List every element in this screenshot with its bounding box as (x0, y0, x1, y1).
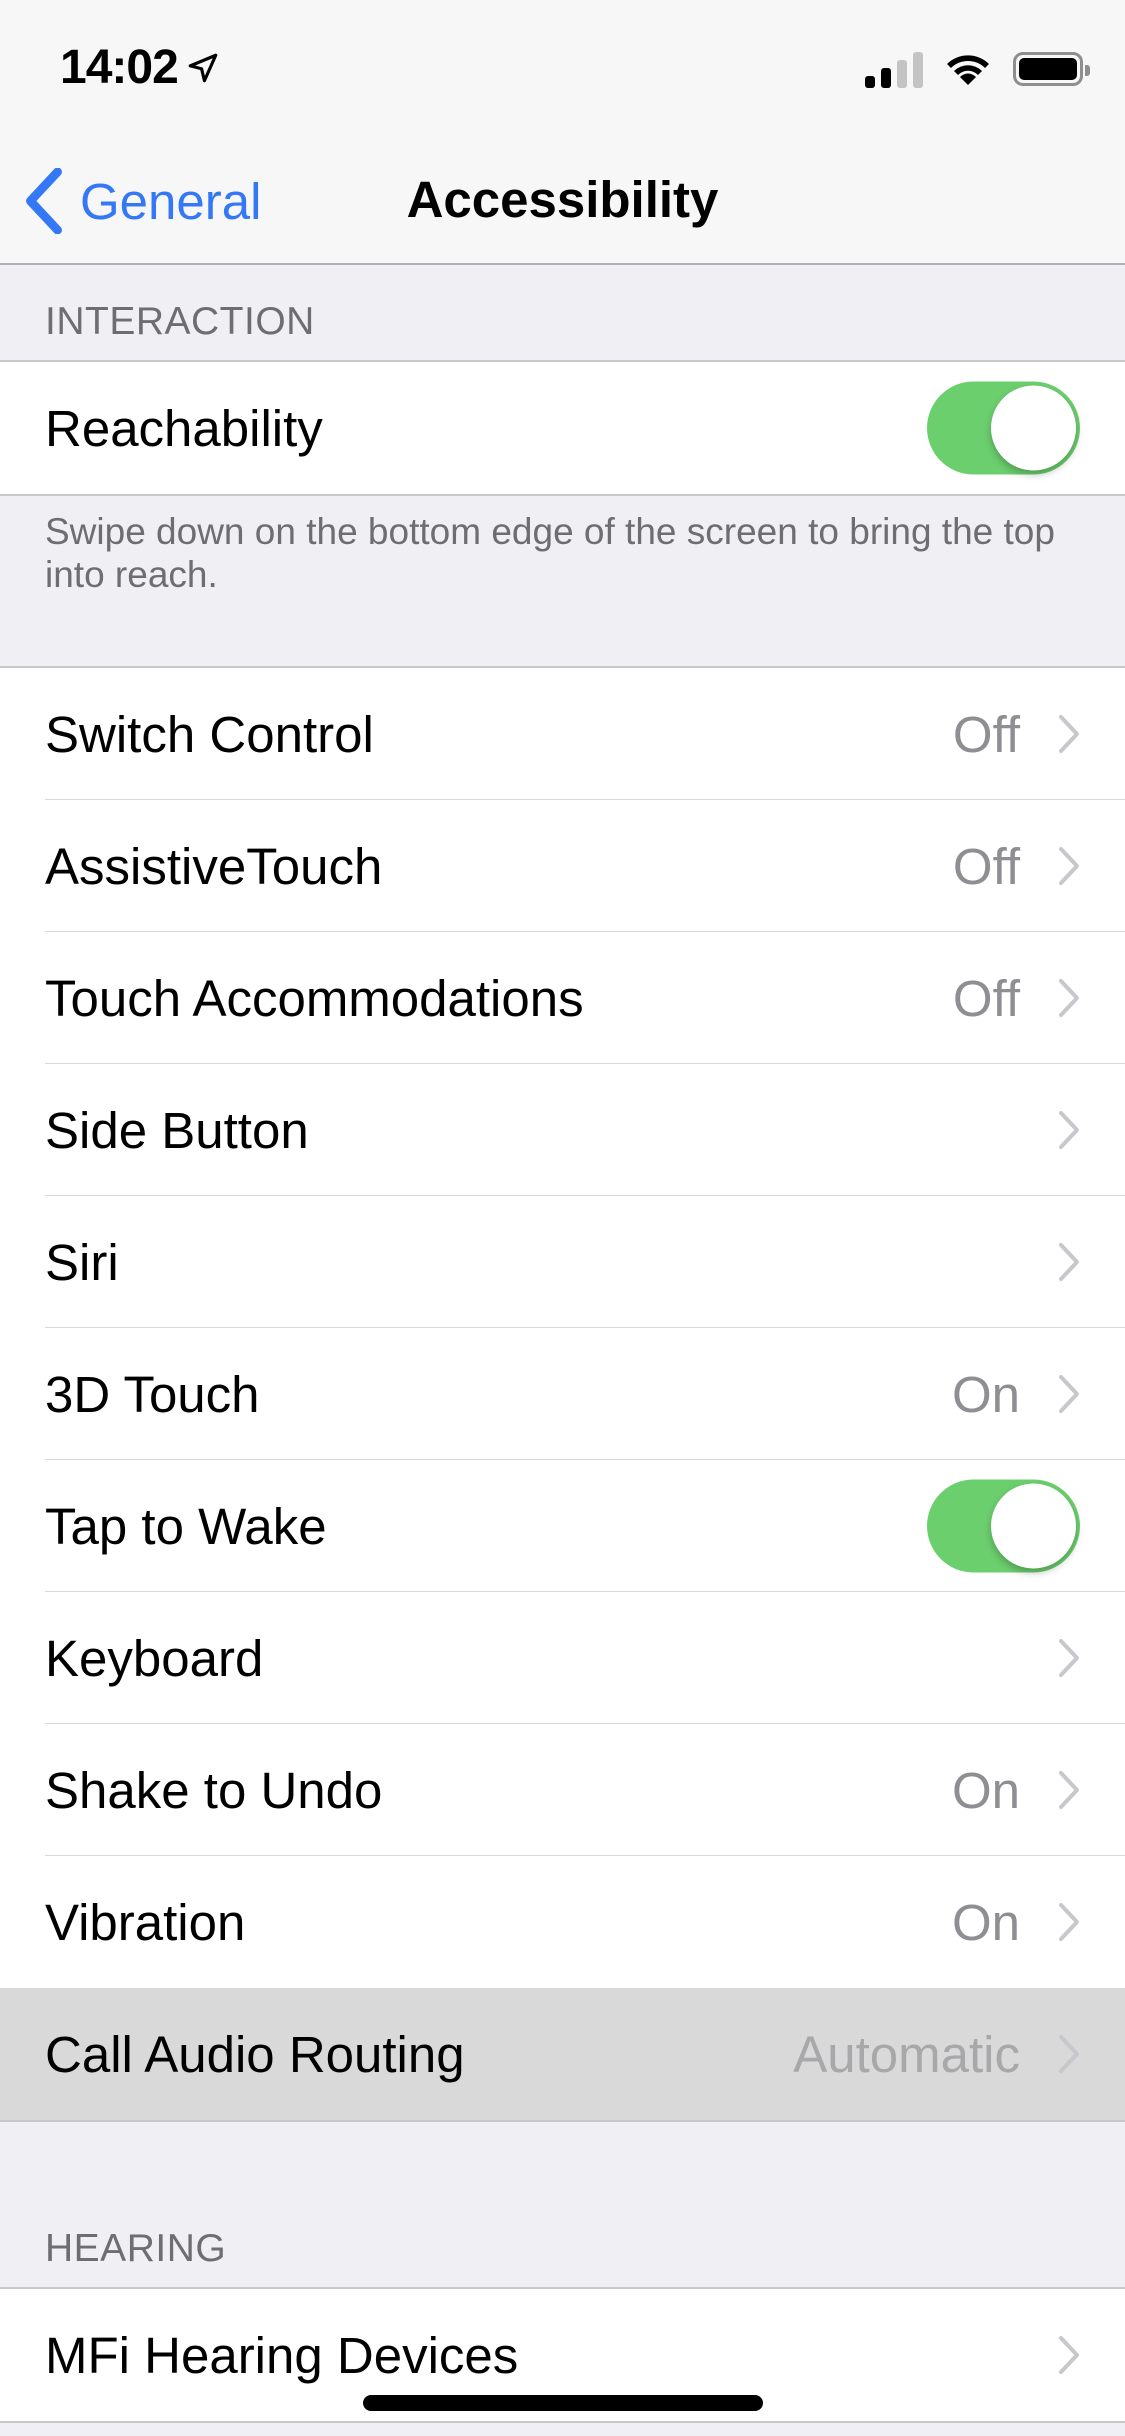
reachability-toggle[interactable] (927, 381, 1080, 475)
row-label: Touch Accommodations (45, 969, 584, 1027)
row-label: Reachability (45, 399, 323, 457)
battery-icon (1013, 52, 1090, 86)
row-label: 3D Touch (45, 1365, 260, 1423)
row-label: Tap to Wake (45, 1497, 327, 1555)
home-indicator[interactable] (363, 2395, 763, 2411)
navigation-bar: General Accessibility (0, 140, 1125, 265)
chevron-right-icon (1059, 1243, 1079, 1281)
row-value: Automatic (793, 2025, 1020, 2083)
chevron-right-icon (1059, 1639, 1079, 1677)
wifi-icon (947, 55, 989, 85)
tap-to-wake-toggle[interactable] (927, 1479, 1080, 1573)
status-time: 14:02 (60, 41, 179, 94)
chevron-right-icon (1059, 1903, 1079, 1941)
row-label: AssistiveTouch (45, 837, 383, 895)
chevron-right-icon (1059, 1111, 1079, 1149)
row-label: Call Audio Routing (45, 2025, 465, 2083)
row-value: Off (952, 837, 1020, 895)
chevron-right-icon (1059, 1771, 1079, 1809)
row-siri[interactable]: Siri (0, 1196, 1125, 1329)
row-value: On (951, 1365, 1020, 1423)
status-bar: 14:02 (0, 0, 1125, 140)
row-keyboard[interactable]: Keyboard (0, 1592, 1125, 1725)
status-time-group: 14:02 (60, 40, 220, 95)
chevron-right-icon (1059, 1375, 1079, 1413)
interaction-settings-list: Switch Control Off AssistiveTouch Off Touch … (0, 666, 1125, 2122)
row-label: Vibration (45, 1893, 246, 1951)
location-arrow-icon (188, 53, 218, 82)
section-header-interaction: INTERACTION (45, 300, 315, 343)
row-value: Off (952, 969, 1020, 1027)
row-switch-control[interactable]: Switch Control Off (0, 668, 1125, 801)
row-shake-to-undo[interactable]: Shake to Undo On (0, 1724, 1125, 1857)
row-value: Off (952, 705, 1020, 763)
chevron-right-icon (1059, 715, 1079, 753)
row-value: On (951, 1893, 1020, 1951)
row-label: Siri (45, 1233, 119, 1291)
row-3d-touch[interactable]: 3D Touch On (0, 1328, 1125, 1461)
row-tap-to-wake[interactable]: Tap to Wake (0, 1460, 1125, 1593)
chevron-right-icon (1059, 2336, 1079, 2374)
row-label: Shake to Undo (45, 1761, 383, 1819)
status-indicators (865, 50, 1090, 88)
reachability-group: Reachability (0, 360, 1125, 496)
row-vibration[interactable]: Vibration On (0, 1856, 1125, 1988)
row-touch-accommodations[interactable]: Touch Accommodations Off (0, 932, 1125, 1065)
row-label: MFi Hearing Devices (45, 2326, 519, 2384)
chevron-right-icon (1059, 847, 1079, 885)
row-label: Side Button (45, 1101, 309, 1159)
row-assistivetouch[interactable]: AssistiveTouch Off (0, 800, 1125, 933)
section-header-hearing: HEARING (45, 2227, 227, 2270)
row-side-button[interactable]: Side Button (0, 1064, 1125, 1197)
row-label: Keyboard (45, 1629, 264, 1687)
reachability-footer: Swipe down on the bottom edge of the scr… (45, 511, 1055, 595)
row-call-audio-routing[interactable]: Call Audio Routing Automatic (0, 1988, 1125, 2120)
chevron-right-icon (1059, 2035, 1079, 2073)
row-label: Switch Control (45, 705, 374, 763)
row-reachability: Reachability (0, 362, 1125, 494)
row-value: On (951, 1761, 1020, 1819)
page-title: Accessibility (406, 171, 719, 228)
cellular-signal-icon (865, 50, 923, 88)
chevron-right-icon (1059, 979, 1079, 1017)
